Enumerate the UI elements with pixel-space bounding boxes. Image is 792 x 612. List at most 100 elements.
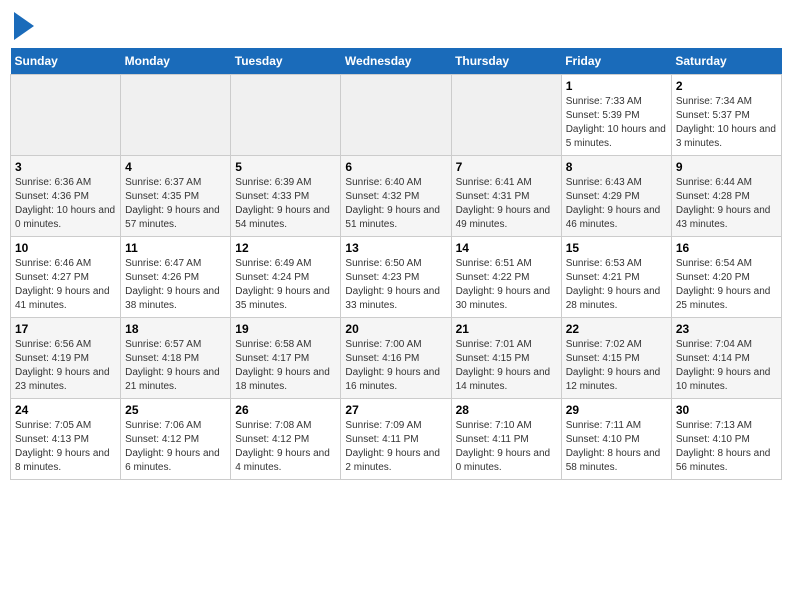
day-info: Sunrise: 7:08 AMSunset: 4:12 PMDaylight:… (235, 419, 336, 475)
table-row: 2 Sunrise: 7:34 AMSunset: 5:37 PMDaylight… (671, 75, 781, 156)
day-number: 16 (676, 241, 777, 255)
day-info: Sunrise: 6:36 AMSunset: 4:36 PMDaylight:… (15, 176, 116, 232)
table-row: 17 Sunrise: 6:56 AMSunset: 4:19 PMDayligh… (11, 318, 121, 399)
table-row: 26 Sunrise: 7:08 AMSunset: 4:12 PMDayligh… (231, 399, 341, 480)
day-info: Sunrise: 7:00 AMSunset: 4:16 PMDaylight:… (345, 338, 446, 394)
table-row (231, 75, 341, 156)
day-info: Sunrise: 6:40 AMSunset: 4:32 PMDaylight:… (345, 176, 446, 232)
day-info: Sunrise: 6:53 AMSunset: 4:21 PMDaylight:… (566, 257, 667, 313)
day-number: 6 (345, 160, 446, 174)
table-row: 23 Sunrise: 7:04 AMSunset: 4:14 PMDayligh… (671, 318, 781, 399)
day-info: Sunrise: 6:37 AMSunset: 4:35 PMDaylight:… (125, 176, 226, 232)
table-row: 16 Sunrise: 6:54 AMSunset: 4:20 PMDayligh… (671, 237, 781, 318)
day-info: Sunrise: 6:44 AMSunset: 4:28 PMDaylight:… (676, 176, 777, 232)
day-info: Sunrise: 6:51 AMSunset: 4:22 PMDaylight:… (456, 257, 557, 313)
day-info: Sunrise: 6:47 AMSunset: 4:26 PMDaylight:… (125, 257, 226, 313)
page-header (10, 10, 782, 40)
day-info: Sunrise: 7:01 AMSunset: 4:15 PMDaylight:… (456, 338, 557, 394)
table-row: 6 Sunrise: 6:40 AMSunset: 4:32 PMDaylight… (341, 156, 451, 237)
day-number: 5 (235, 160, 336, 174)
table-row: 1 Sunrise: 7:33 AMSunset: 5:39 PMDaylight… (561, 75, 671, 156)
day-number: 4 (125, 160, 226, 174)
table-row: 9 Sunrise: 6:44 AMSunset: 4:28 PMDaylight… (671, 156, 781, 237)
col-monday: Monday (121, 48, 231, 75)
day-number: 20 (345, 322, 446, 336)
day-info: Sunrise: 7:10 AMSunset: 4:11 PMDaylight:… (456, 419, 557, 475)
day-number: 25 (125, 403, 226, 417)
table-row: 8 Sunrise: 6:43 AMSunset: 4:29 PMDaylight… (561, 156, 671, 237)
col-wednesday: Wednesday (341, 48, 451, 75)
day-info: Sunrise: 7:33 AMSunset: 5:39 PMDaylight:… (566, 95, 667, 151)
day-info: Sunrise: 7:13 AMSunset: 4:10 PMDaylight:… (676, 419, 777, 475)
day-number: 10 (15, 241, 116, 255)
day-number: 8 (566, 160, 667, 174)
day-info: Sunrise: 7:09 AMSunset: 4:11 PMDaylight:… (345, 419, 446, 475)
calendar-body: 1 Sunrise: 7:33 AMSunset: 5:39 PMDaylight… (11, 75, 782, 480)
table-row: 28 Sunrise: 7:10 AMSunset: 4:11 PMDayligh… (451, 399, 561, 480)
table-row: 11Sunrise: 6:47 AMSunset: 4:26 PMDayligh… (121, 237, 231, 318)
day-number: 28 (456, 403, 557, 417)
day-info: Sunrise: 6:57 AMSunset: 4:18 PMDaylight:… (125, 338, 226, 394)
table-row: 29 Sunrise: 7:11 AMSunset: 4:10 PMDayligh… (561, 399, 671, 480)
table-row: 30 Sunrise: 7:13 AMSunset: 4:10 PMDayligh… (671, 399, 781, 480)
day-info: Sunrise: 7:11 AMSunset: 4:10 PMDaylight:… (566, 419, 667, 475)
day-info: Sunrise: 6:50 AMSunset: 4:23 PMDaylight:… (345, 257, 446, 313)
day-number: 27 (345, 403, 446, 417)
table-row: 27 Sunrise: 7:09 AMSunset: 4:11 PMDayligh… (341, 399, 451, 480)
day-number: 1 (566, 79, 667, 93)
day-info: Sunrise: 7:06 AMSunset: 4:12 PMDaylight:… (125, 419, 226, 475)
calendar-header: Sunday Monday Tuesday Wednesday Thursday… (11, 48, 782, 75)
table-row (451, 75, 561, 156)
day-number: 30 (676, 403, 777, 417)
day-number: 2 (676, 79, 777, 93)
table-row: 13 Sunrise: 6:50 AMSunset: 4:23 PMDayligh… (341, 237, 451, 318)
day-info: Sunrise: 6:54 AMSunset: 4:20 PMDaylight:… (676, 257, 777, 313)
day-info: Sunrise: 7:02 AMSunset: 4:15 PMDaylight:… (566, 338, 667, 394)
day-number: 12 (235, 241, 336, 255)
table-row: 4 Sunrise: 6:37 AMSunset: 4:35 PMDaylight… (121, 156, 231, 237)
day-number: 3 (15, 160, 116, 174)
table-row (121, 75, 231, 156)
day-number: 21 (456, 322, 557, 336)
table-row: 5 Sunrise: 6:39 AMSunset: 4:33 PMDaylight… (231, 156, 341, 237)
day-info: Sunrise: 6:49 AMSunset: 4:24 PMDaylight:… (235, 257, 336, 313)
col-thursday: Thursday (451, 48, 561, 75)
day-info: Sunrise: 7:04 AMSunset: 4:14 PMDaylight:… (676, 338, 777, 394)
day-info: Sunrise: 7:34 AMSunset: 5:37 PMDaylight:… (676, 95, 777, 151)
logo-arrow-icon (14, 12, 34, 40)
col-friday: Friday (561, 48, 671, 75)
day-number: 19 (235, 322, 336, 336)
day-number: 23 (676, 322, 777, 336)
day-info: Sunrise: 6:39 AMSunset: 4:33 PMDaylight:… (235, 176, 336, 232)
day-number: 26 (235, 403, 336, 417)
table-row: 3 Sunrise: 6:36 AMSunset: 4:36 PMDaylight… (11, 156, 121, 237)
day-number: 18 (125, 322, 226, 336)
table-row: 18 Sunrise: 6:57 AMSunset: 4:18 PMDayligh… (121, 318, 231, 399)
day-info: Sunrise: 7:05 AMSunset: 4:13 PMDaylight:… (15, 419, 116, 475)
day-info: Sunrise: 6:43 AMSunset: 4:29 PMDaylight:… (566, 176, 667, 232)
day-number: 17 (15, 322, 116, 336)
table-row: 19 Sunrise: 6:58 AMSunset: 4:17 PMDayligh… (231, 318, 341, 399)
day-number: 9 (676, 160, 777, 174)
table-row: 21 Sunrise: 7:01 AMSunset: 4:15 PMDayligh… (451, 318, 561, 399)
day-number: 29 (566, 403, 667, 417)
table-row (11, 75, 121, 156)
day-number: 13 (345, 241, 446, 255)
day-number: 7 (456, 160, 557, 174)
day-number: 14 (456, 241, 557, 255)
table-row: 20 Sunrise: 7:00 AMSunset: 4:16 PMDayligh… (341, 318, 451, 399)
table-row: 15 Sunrise: 6:53 AMSunset: 4:21 PMDayligh… (561, 237, 671, 318)
day-number: 24 (15, 403, 116, 417)
table-row: 10Sunrise: 6:46 AMSunset: 4:27 PMDayligh… (11, 237, 121, 318)
table-row: 24 Sunrise: 7:05 AMSunset: 4:13 PMDayligh… (11, 399, 121, 480)
table-row: 25 Sunrise: 7:06 AMSunset: 4:12 PMDayligh… (121, 399, 231, 480)
day-number: 15 (566, 241, 667, 255)
col-tuesday: Tuesday (231, 48, 341, 75)
col-saturday: Saturday (671, 48, 781, 75)
logo (10, 10, 34, 40)
day-info: Sunrise: 6:58 AMSunset: 4:17 PMDaylight:… (235, 338, 336, 394)
day-info: Sunrise: 6:56 AMSunset: 4:19 PMDaylight:… (15, 338, 116, 394)
table-row: 12 Sunrise: 6:49 AMSunset: 4:24 PMDayligh… (231, 237, 341, 318)
day-number: 22 (566, 322, 667, 336)
table-row: 22 Sunrise: 7:02 AMSunset: 4:15 PMDayligh… (561, 318, 671, 399)
